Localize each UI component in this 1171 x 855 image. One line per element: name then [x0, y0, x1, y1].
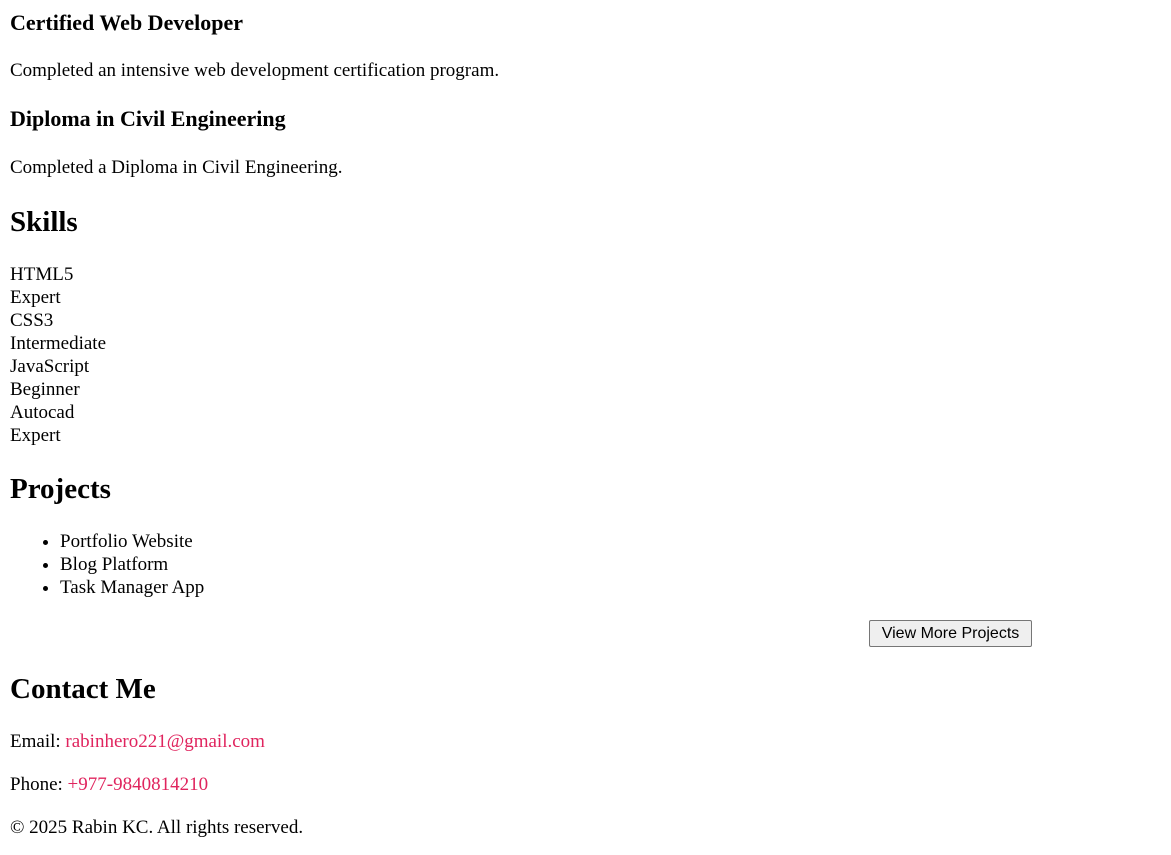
skill-level: Expert [10, 425, 61, 446]
cert-description-civil-engineering: Completed a Diploma in Civil Engineering… [10, 157, 343, 178]
project-item: Task Manager App [60, 576, 204, 599]
phone-link[interactable]: +977-9840814210 [68, 774, 209, 795]
projects-heading: Projects [10, 473, 111, 505]
skill-name: JavaScript [10, 356, 90, 377]
skill-name: CSS3 [10, 310, 54, 331]
skills-heading: Skills [10, 206, 78, 238]
email-link[interactable]: rabinhero221@gmail.com [65, 731, 265, 752]
cert-description-web-developer: Completed an intensive web development c… [10, 60, 500, 81]
project-item: Portfolio Website [60, 530, 204, 553]
phone-label: Phone: [10, 774, 68, 795]
project-item: Blog Platform [60, 553, 204, 576]
projects-list: Portfolio Website Blog Platform Task Man… [10, 530, 204, 599]
cert-title-civil-engineering: Diploma in Civil Engineering [10, 106, 286, 131]
skill-level: Intermediate [10, 333, 107, 354]
view-more-projects-button[interactable]: View More Projects [869, 620, 1032, 647]
skill-name: HTML5 [10, 264, 74, 285]
skill-name: Autocad [10, 402, 75, 423]
contact-email-row: Email: rabinhero221@gmail.com [10, 731, 265, 753]
skill-level: Beginner [10, 379, 80, 400]
email-label: Email: [10, 731, 66, 752]
footer-copyright: © 2025 Rabin KC. All rights reserved. [10, 817, 304, 838]
skill-level: Expert [10, 287, 61, 308]
cert-title-web-developer: Certified Web Developer [10, 10, 243, 35]
contact-phone-row: Phone: +977-9840814210 [10, 774, 208, 796]
contact-heading: Contact Me [10, 673, 156, 705]
